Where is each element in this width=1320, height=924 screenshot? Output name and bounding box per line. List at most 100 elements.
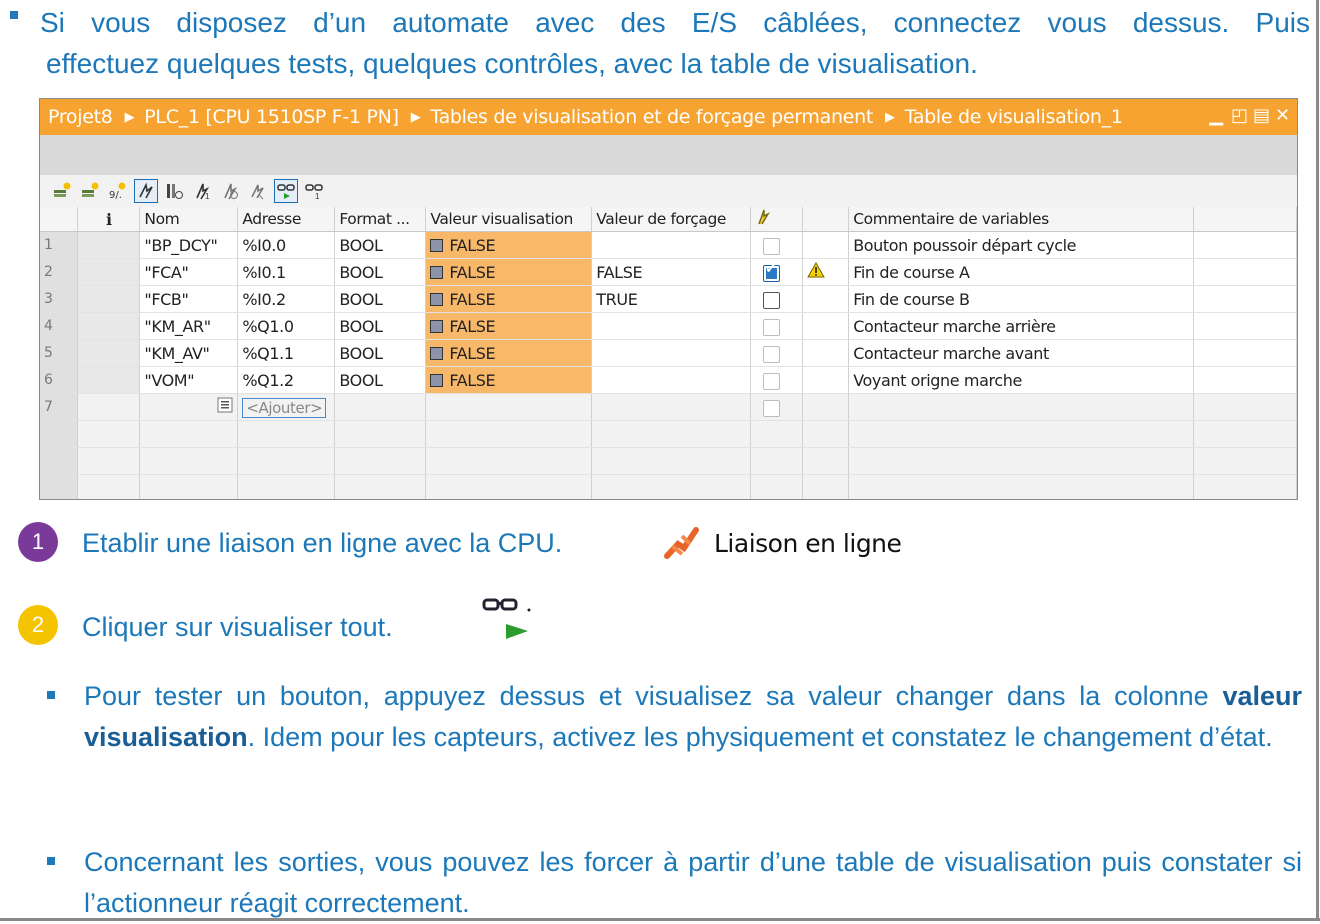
empty-cell	[750, 420, 804, 448]
table-row[interactable]: 5 "KM_AV" %Q1.1 BOOL FALSE Contacteur marche …	[40, 339, 1297, 367]
maximize-icon[interactable]: ▤	[1253, 105, 1270, 126]
table-row[interactable]: 6 "VOM" %Q1.2 BOOL FALSE Voyant origne marche	[40, 366, 1297, 394]
row-adresse[interactable]: %Q1.1	[237, 339, 336, 367]
go-online-icon	[664, 527, 699, 559]
add-row-icon[interactable]	[78, 179, 102, 203]
force-all-icon[interactable]	[246, 179, 270, 203]
row-number[interactable]: 1	[40, 231, 79, 259]
row-info	[77, 366, 141, 394]
breadcrumb-project[interactable]: Projet8	[48, 106, 113, 128]
table-row[interactable]: 1 "BP_DCY" %I0.0 BOOL FALSE Bouton poussoir d…	[40, 231, 1297, 259]
row-nom[interactable]: "BP_DCY"	[139, 231, 239, 259]
row-adresse[interactable]: %Q1.0	[237, 312, 336, 340]
row-nom[interactable]: "FCB"	[139, 285, 239, 313]
row-adresse[interactable]: <Ajouter>	[237, 393, 336, 421]
col-warning	[802, 207, 850, 232]
col-force-icon[interactable]	[750, 207, 804, 232]
row-commentaire[interactable]: Contacteur marche arrière	[848, 312, 1195, 340]
row-number[interactable]: 4	[40, 312, 79, 340]
row-valeur-text: FALSE	[449, 316, 496, 336]
row-commentaire[interactable]: Fin de course B	[848, 285, 1195, 313]
table-row[interactable]: 2 "FCA"%I0.1BOOL FALSE FALSE Fin de course A	[40, 258, 1297, 286]
monitor-once-icon[interactable]: 1	[302, 179, 326, 203]
col-format[interactable]: Format ...	[334, 207, 427, 232]
row-valeur-forcage[interactable]	[591, 339, 752, 367]
row-valeur-forcage[interactable]: TRUE	[591, 285, 752, 313]
row-valeur-forcage[interactable]	[591, 312, 752, 340]
force-checkbox[interactable]	[763, 237, 781, 255]
breadcrumb-plc[interactable]: PLC_1 [CPU 1510SP F-1 PN]	[144, 106, 399, 128]
row-number[interactable]: 5	[40, 339, 79, 367]
row-commentaire[interactable]: Fin de course A	[848, 258, 1195, 286]
row-format[interactable]: BOOL	[334, 366, 427, 394]
intro-line-2: effectuez quelques tests, quelques contr…	[46, 48, 978, 79]
list-picker-icon[interactable]	[217, 397, 233, 413]
empty-cell	[237, 447, 336, 475]
show-hide-columns-icon[interactable]	[162, 179, 186, 203]
row-format[interactable]: BOOL	[334, 258, 427, 286]
row-commentaire[interactable]: Voyant origne marche	[848, 366, 1195, 394]
monitor-all-icon[interactable]	[274, 179, 298, 203]
close-icon[interactable]: ✕	[1275, 105, 1290, 126]
breadcrumb-arrow-icon: ▶	[410, 109, 421, 125]
row-valeur-forcage[interactable]	[591, 366, 752, 394]
empty-cell	[139, 447, 239, 475]
row-number[interactable]: 3	[40, 285, 79, 313]
force-checkbox[interactable]	[763, 262, 781, 282]
stop-force-icon[interactable]	[218, 179, 242, 203]
row-nom[interactable]: "KM_AR"	[139, 312, 239, 340]
row-nom[interactable]	[139, 393, 239, 421]
row-nom[interactable]: "VOM"	[139, 366, 239, 394]
row-force-checkbox-cell	[750, 231, 804, 259]
row-adresse[interactable]: %I0.0	[237, 231, 336, 259]
row-format[interactable]: BOOL	[334, 231, 427, 259]
force-checkbox[interactable]	[763, 318, 781, 336]
window-header-band	[40, 135, 1297, 175]
col-info[interactable]: i	[77, 207, 141, 232]
add-variable-input[interactable]: <Ajouter>	[242, 397, 327, 418]
force-checkbox[interactable]	[763, 291, 781, 309]
empty-cell	[750, 474, 804, 499]
add-row[interactable]: 7 <Ajouter>	[40, 393, 1297, 421]
row-adresse[interactable]: %I0.2	[237, 285, 336, 313]
breadcrumb-tables[interactable]: Tables de visualisation et de forçage pe…	[430, 106, 873, 128]
row-adresse[interactable]: %Q1.2	[237, 366, 336, 394]
restore-icon[interactable]: ◰	[1231, 105, 1248, 126]
table-row[interactable]: 3 "FCB" %I0.2 BOOL FALSE TRUE Fin de course B	[40, 285, 1297, 313]
force-checkbox[interactable]	[763, 345, 781, 363]
col-valeur-visualisation[interactable]: Valeur visualisation	[425, 207, 593, 232]
row-number[interactable]: 6	[40, 366, 79, 394]
insert-row-icon[interactable]	[50, 179, 74, 203]
row-commentaire[interactable]: Bouton poussoir départ cycle	[848, 231, 1195, 259]
col-valeur-forcage[interactable]: Valeur de forçage	[591, 207, 752, 232]
col-nom[interactable]: Nom	[139, 207, 239, 232]
col-commentaire[interactable]: Commentaire de variables	[848, 207, 1195, 232]
row-spacer	[1193, 366, 1297, 394]
row-commentaire[interactable]: Contacteur marche avant	[848, 339, 1195, 367]
row-number[interactable]: 7	[40, 393, 79, 421]
row-adresse[interactable]: %I0.1	[237, 258, 336, 286]
window-title-bar: Projet8 ▶ PLC_1 [CPU 1510SP F-1 PN] ▶ Ta…	[40, 99, 1297, 135]
force-icon[interactable]: 1	[190, 179, 214, 203]
row-valeur-forcage[interactable]	[591, 231, 752, 259]
empty-cell	[77, 420, 141, 448]
minimize-icon[interactable]: ▁	[1209, 105, 1223, 126]
monitor-all-icon[interactable]	[480, 596, 536, 642]
modify-value-icon[interactable]: 9/.	[106, 179, 130, 203]
liaison-en-ligne-button[interactable]: Liaison en ligne	[664, 526, 902, 560]
row-format[interactable]: BOOL	[334, 339, 427, 367]
row-format[interactable]: BOOL	[334, 285, 427, 313]
show-all-modify-icon[interactable]	[134, 179, 158, 203]
row-warning-cell	[802, 393, 850, 421]
col-adresse[interactable]: Adresse	[237, 207, 336, 232]
bool-state-icon	[430, 319, 444, 333]
row-number[interactable]: 2	[40, 258, 79, 286]
row-valeur-forcage[interactable]: FALSE	[591, 258, 752, 286]
breadcrumb-table[interactable]: Table de visualisation_1	[905, 106, 1123, 128]
force-checkbox[interactable]	[763, 372, 781, 390]
row-format[interactable]: BOOL	[334, 312, 427, 340]
row-nom[interactable]: "FCA"	[139, 258, 239, 286]
row-nom[interactable]: "KM_AV"	[139, 339, 239, 367]
table-row[interactable]: 4 "KM_AR" %Q1.0 BOOL FALSE Contacteur marche …	[40, 312, 1297, 340]
force-checkbox[interactable]	[763, 399, 781, 417]
